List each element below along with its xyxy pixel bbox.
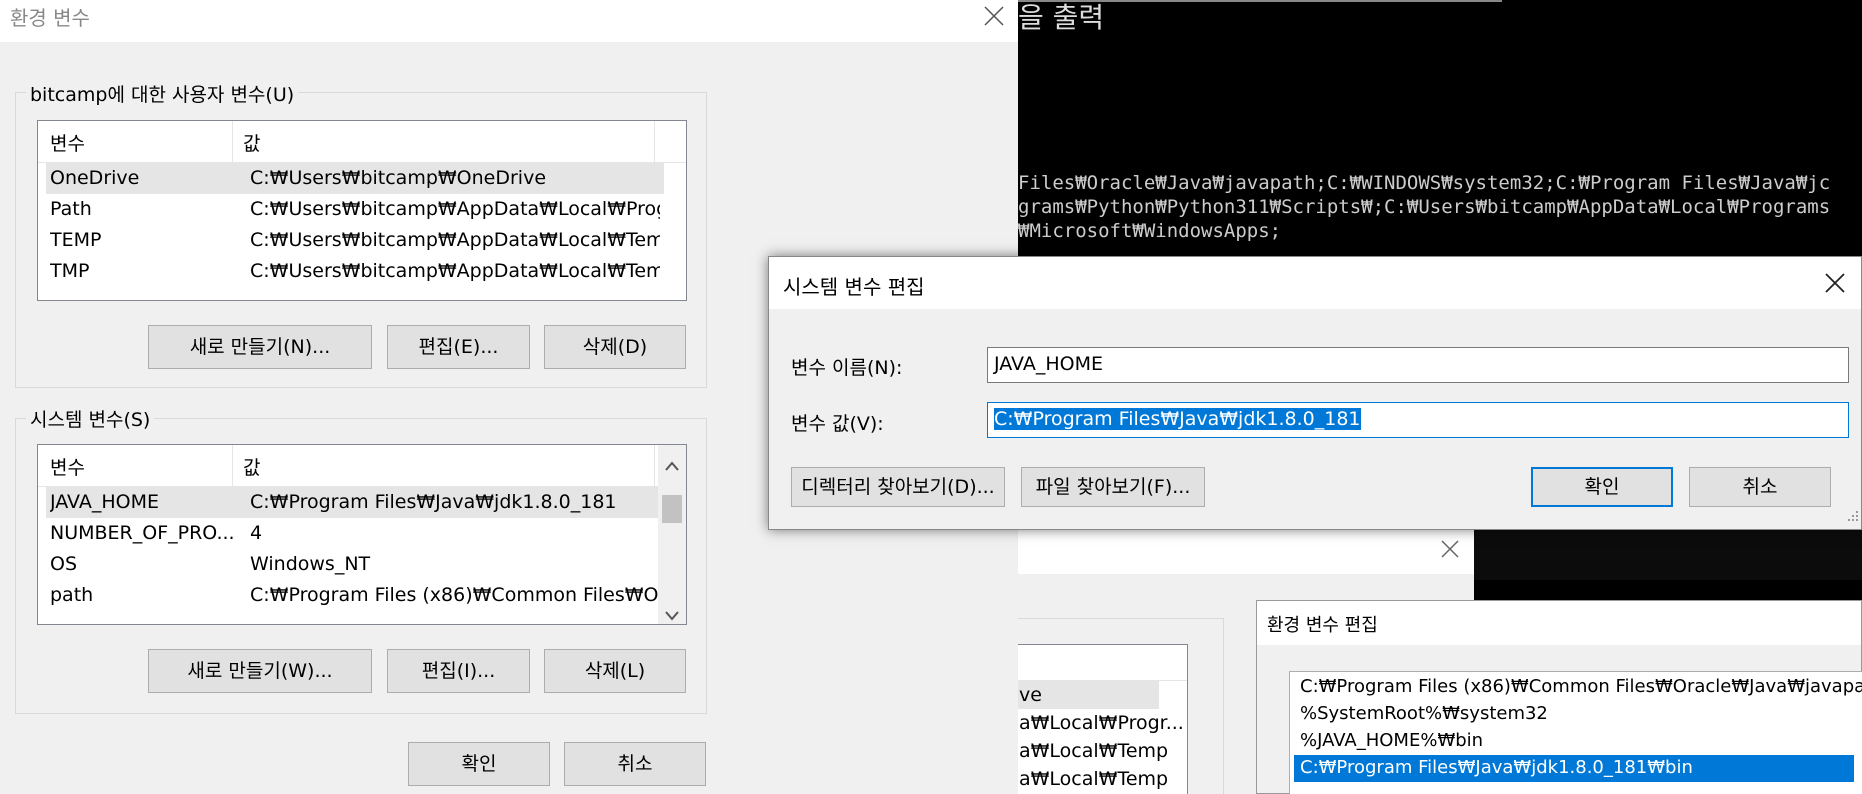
scroll-up-icon[interactable]: [664, 453, 680, 477]
sys-edit-title: 시스템 변수 편집: [783, 275, 925, 299]
env-window-title: 환경 변수: [10, 6, 90, 30]
env-window-close-icon[interactable]: [972, 6, 1016, 26]
system-delete-button[interactable]: 삭제(L): [544, 649, 686, 693]
path-entry[interactable]: C:₩Program Files (x86)₩Common Files₩Orac…: [1294, 674, 1862, 701]
terminal-line-3: ₩Microsoft₩WindowsApps;: [1018, 220, 1282, 242]
browse-directory-button[interactable]: 디렉터리 찾아보기(D)...: [791, 467, 1005, 507]
background-listview: ve a₩Local₩Progr... a₩Local₩Temp a₩Local…: [998, 644, 1188, 794]
sys-var-edit-dialog: 시스템 변수 편집 변수 이름(N): JAVA_HOME 변수 값(V): C…: [768, 256, 1862, 530]
user-delete-button[interactable]: 삭제(D): [544, 325, 686, 369]
system-var-row[interactable]: JAVA_HOME C:₩Program Files₩Java₩jdk1.8.0…: [46, 487, 664, 518]
sys-edit-cancel-button[interactable]: 취소: [1689, 467, 1831, 507]
user-var-row[interactable]: TMP C:₩Users₩bitcamp₩AppData₩Local₩Temp: [46, 256, 664, 287]
scroll-thumb[interactable]: [662, 495, 682, 523]
user-vars-list[interactable]: 변수 값 OneDrive C:₩Users₩bitcamp₩OneDrive …: [37, 120, 687, 301]
path-entry[interactable]: %SystemRoot%₩system32: [1294, 701, 1854, 728]
resize-grip-icon[interactable]: [1845, 503, 1859, 527]
user-edit-button[interactable]: 편집(E)...: [387, 325, 530, 369]
system-vars-group-label: 시스템 변수(S): [26, 405, 155, 432]
system-vars-scrollbar[interactable]: [658, 445, 686, 624]
var-name-input[interactable]: JAVA_HOME: [987, 347, 1849, 383]
background-list-item: a₩Local₩Temp: [1019, 768, 1169, 790]
sys-edit-close-icon[interactable]: [1813, 273, 1857, 293]
background-list-item: a₩Local₩Temp: [1019, 740, 1169, 762]
var-value-label: 변수 값(V):: [791, 413, 884, 435]
user-new-button[interactable]: 새로 만들기(N)...: [148, 325, 372, 369]
system-var-row[interactable]: NUMBER_OF_PRO... 4: [46, 518, 664, 549]
path-entry-selected[interactable]: C:₩Program Files₩Java₩jdk1.8.0_181₩bin: [1294, 755, 1854, 782]
browse-file-button[interactable]: 파일 찾아보기(F)...: [1021, 467, 1205, 507]
user-col-value[interactable]: 값: [243, 129, 260, 156]
background-list-item: ve: [999, 681, 1159, 709]
user-vars-group-label: bitcamp에 대한 사용자 변수(U): [26, 80, 299, 107]
var-name-label: 변수 이름(N):: [791, 357, 903, 379]
terminal-line-1: Files₩Oracle₩Java₩javapath;C:₩WINDOWS₩sy…: [1018, 172, 1831, 194]
sys-edit-ok-button[interactable]: 확인: [1531, 467, 1673, 507]
system-edit-button[interactable]: 편집(I)...: [387, 649, 530, 693]
path-entry[interactable]: %JAVA_HOME%₩bin: [1294, 728, 1854, 755]
system-new-button[interactable]: 새로 만들기(W)...: [148, 649, 372, 693]
background-list-item: a₩Local₩Progr...: [1019, 712, 1184, 734]
env-edit-list[interactable]: C:₩Program Files (x86)₩Common Files₩Orac…: [1289, 671, 1862, 794]
system-vars-list-header: 변수 값: [38, 445, 686, 487]
system-var-row[interactable]: path C:₩Program Files (x86)₩Common Files…: [46, 580, 664, 611]
env-edit-dialog: 환경 변수 편집 C:₩Program Files (x86)₩Common F…: [1256, 600, 1862, 794]
terminal-strip: [1474, 530, 1862, 580]
user-var-row[interactable]: Path C:₩Users₩bitcamp₩AppData₩Local₩Prog…: [46, 194, 664, 225]
terminal-top-text: 을 출력: [1018, 1, 1105, 34]
var-value-input[interactable]: C:₩Program Files₩Java₩jdk1.8.0_181: [987, 402, 1849, 438]
user-var-row[interactable]: TEMP C:₩Users₩bitcamp₩AppData₩Local₩Temp: [46, 225, 664, 256]
user-var-row[interactable]: OneDrive C:₩Users₩bitcamp₩OneDrive: [46, 163, 664, 194]
env-cancel-button[interactable]: 취소: [564, 742, 706, 786]
background-close-icon[interactable]: [1428, 540, 1472, 558]
window-border-line: [1018, 0, 1502, 2]
env-window-titlebar: 환경 변수: [0, 0, 1018, 42]
sys-edit-titlebar: 시스템 변수 편집: [769, 257, 1861, 309]
env-ok-button[interactable]: 확인: [408, 742, 550, 786]
env-edit-title: 환경 변수 편집: [1267, 615, 1378, 636]
user-col-variable[interactable]: 변수: [50, 129, 85, 156]
system-vars-list[interactable]: 변수 값 JAVA_HOME C:₩Program Files₩Java₩jdk…: [37, 444, 687, 625]
env-edit-titlebar: 환경 변수 편집: [1257, 601, 1861, 645]
system-var-row[interactable]: OS Windows_NT: [46, 549, 664, 580]
background-window-titlebar: [1018, 530, 1474, 574]
scroll-down-icon[interactable]: [664, 603, 680, 624]
terminal-line-2: grams₩Python₩Python311₩Scripts₩;C:₩Users…: [1018, 196, 1831, 218]
user-vars-list-header: 변수 값: [38, 121, 686, 163]
system-col-variable[interactable]: 변수: [50, 453, 85, 480]
system-col-value[interactable]: 값: [243, 453, 260, 480]
